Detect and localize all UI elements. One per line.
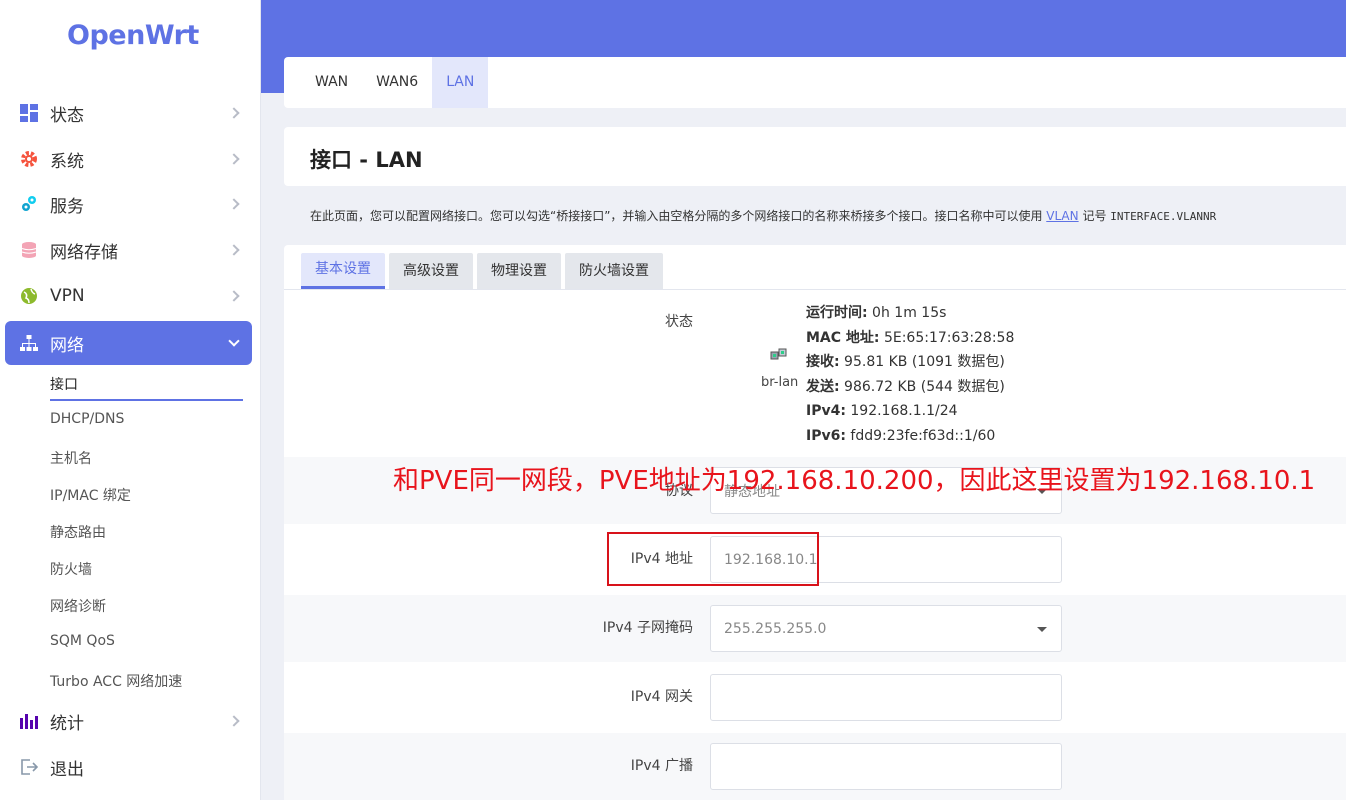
menu-item-label: 状态 <box>50 105 84 126</box>
settings-subtabs: 基本设置 高级设置 物理设置 防火墙设置 <box>301 253 667 289</box>
menu-item-network[interactable]: 网络 <box>5 321 252 365</box>
menu-item-label: 统计 <box>50 713 84 734</box>
services-icon <box>19 194 39 214</box>
bar-chart-icon <box>19 711 39 731</box>
network-icon <box>19 333 39 353</box>
chevron-down-icon <box>228 335 240 347</box>
menu-item-system[interactable]: 系统 <box>5 137 252 181</box>
submenu-item-turbo-acc[interactable]: Turbo ACC 网络加速 <box>50 671 182 691</box>
chevron-right-icon <box>228 244 240 256</box>
description-text: 在此页面，您可以配置网络接口。您可以勾选“桥接接口”，并输入由空格分隔的多个网络… <box>310 209 1047 223</box>
sidebar: OpenWrt 状态 系统 服务 网络存储 VPN 网络 接口 DHCP/DNS… <box>0 0 261 800</box>
dropdown-caret-icon <box>1037 627 1047 632</box>
menu-item-label: 系统 <box>50 151 84 172</box>
page-title: 接口 - LAN <box>310 148 423 172</box>
tab-wan[interactable]: WAN <box>301 57 362 108</box>
status-label: 状态 <box>665 314 693 330</box>
globe-icon <box>19 286 39 306</box>
menu-item-label: 服务 <box>50 196 84 217</box>
submenu-item-static-routes[interactable]: 静态路由 <box>50 522 106 542</box>
annotation-text: 和PVE同一网段，PVE地址为192.168.10.200，因此这里设置为192… <box>393 466 1316 496</box>
description-text-mid: 记号 <box>1078 209 1111 223</box>
ipv4-broadcast-input[interactable] <box>710 743 1062 790</box>
ipv4-gateway-label: IPv4 网关 <box>630 689 693 705</box>
vlan-link[interactable]: VLAN <box>1046 209 1078 223</box>
tab-wan6[interactable]: WAN6 <box>362 57 432 108</box>
title-card: 接口 - LAN <box>284 127 1346 186</box>
chevron-right-icon <box>228 153 240 165</box>
annotation-highlight-box <box>607 532 819 586</box>
interface-name: br-lan <box>761 375 799 390</box>
chevron-right-icon <box>228 198 240 210</box>
submenu-item-hostnames[interactable]: 主机名 <box>50 448 92 468</box>
uptime-line: 运行时间: 0h 1m 15s <box>806 305 947 321</box>
interface-tabs: WAN WAN6 LAN <box>284 57 1346 108</box>
ipv4-netmask-label: IPv4 子网掩码 <box>602 620 693 636</box>
tab-divider <box>284 289 1346 290</box>
submenu-item-dhcp-dns[interactable]: DHCP/DNS <box>50 411 124 427</box>
tab-lan[interactable]: LAN <box>432 57 489 108</box>
chevron-right-icon <box>228 715 240 727</box>
subtab-basic[interactable]: 基本设置 <box>301 253 385 289</box>
menu-item-label: 网络 <box>50 335 84 356</box>
menu-item-label: 网络存储 <box>50 242 118 263</box>
submenu-item-firewall[interactable]: 防火墙 <box>50 559 92 579</box>
subtab-firewall[interactable]: 防火墙设置 <box>565 253 663 289</box>
menu-item-label: VPN <box>50 286 85 306</box>
menu-item-logout[interactable]: 退出 <box>5 745 252 789</box>
active-submenu-underline <box>50 399 243 401</box>
ipv4-netmask-select[interactable]: 255.255.255.0 <box>710 605 1062 652</box>
menu-item-services[interactable]: 服务 <box>5 182 252 226</box>
menu-item-vpn[interactable]: VPN <box>5 274 252 318</box>
ipv6-line: IPv6: fdd9:23fe:f63d::1/60 <box>806 427 996 444</box>
ipv4-netmask-value: 255.255.255.0 <box>724 620 827 637</box>
chevron-right-icon <box>228 290 240 302</box>
ipv4-line: IPv4: 192.168.1.1/24 <box>806 403 958 420</box>
chevron-right-icon <box>228 107 240 119</box>
subtab-physical[interactable]: 物理设置 <box>477 253 561 289</box>
mac-line: MAC 地址: 5E:65:17:63:28:58 <box>806 329 1015 346</box>
rx-line: 接收: 95.81 KB (1091 数据包) <box>806 354 1005 371</box>
submenu-item-sqm-qos[interactable]: SQM QoS <box>50 633 115 649</box>
menu-item-nas[interactable]: 网络存储 <box>5 228 252 272</box>
status-details: 运行时间: 0h 1m 15s MAC 地址: 5E:65:17:63:28:5… <box>806 301 1014 449</box>
tx-line: 发送: 986.72 KB (544 数据包) <box>806 378 1005 395</box>
openwrt-logo[interactable]: OpenWrt <box>67 20 199 51</box>
dashboard-icon <box>19 103 39 123</box>
gear-icon <box>19 149 39 169</box>
submenu-item-diagnostics[interactable]: 网络诊断 <box>50 596 106 616</box>
subtab-advanced[interactable]: 高级设置 <box>389 253 473 289</box>
database-icon <box>19 240 39 260</box>
ipv4-broadcast-label: IPv4 广播 <box>630 758 693 774</box>
menu-item-statistics[interactable]: 统计 <box>5 699 252 743</box>
description-code: INTERFACE.VLANNR <box>1110 210 1217 223</box>
menu-item-label: 退出 <box>50 759 84 780</box>
ipv4-gateway-input[interactable] <box>710 674 1062 721</box>
submenu-item-interfaces[interactable]: 接口 <box>50 374 78 394</box>
ethernet-port-icon <box>770 348 788 368</box>
menu-item-status[interactable]: 状态 <box>5 91 252 135</box>
page-description: 在此页面，您可以配置网络接口。您可以勾选“桥接接口”，并输入由空格分隔的多个网络… <box>310 207 1346 224</box>
submenu-item-ip-mac-binding[interactable]: IP/MAC 绑定 <box>50 485 131 505</box>
logout-icon <box>19 757 39 777</box>
